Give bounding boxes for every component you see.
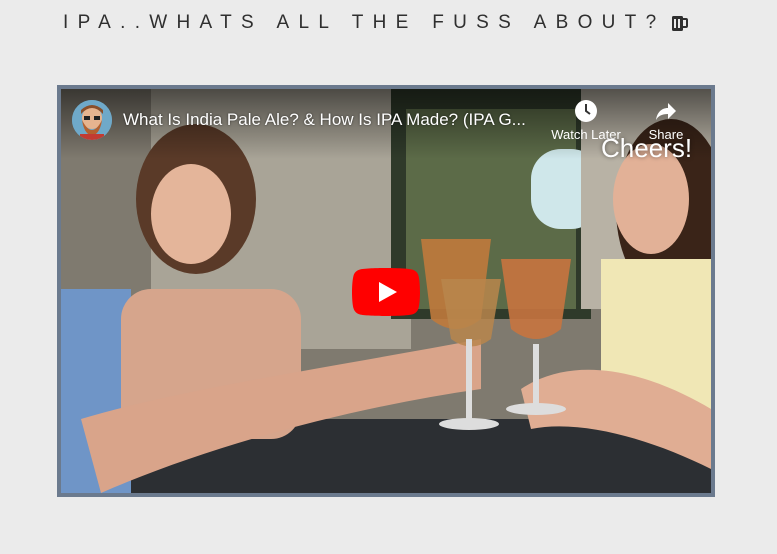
share-arrow-icon xyxy=(656,103,676,120)
clock-icon xyxy=(575,100,597,122)
video-title[interactable]: What Is India Pale Ale? & How Is IPA Mad… xyxy=(123,110,543,130)
video-frame: What Is India Pale Ale? & How Is IPA Mad… xyxy=(57,85,715,497)
page-title: IPA..WHATS ALL THE FUSS ABOUT? xyxy=(63,12,666,33)
beer-mug-icon xyxy=(672,16,689,31)
video-player[interactable]: What Is India Pale Ale? & How Is IPA Mad… xyxy=(61,89,711,493)
youtube-play-icon[interactable] xyxy=(352,268,420,316)
bearded-man-avatar[interactable] xyxy=(72,100,112,140)
page-heading: IPA..WHATS ALL THE FUSS ABOUT? xyxy=(63,12,689,34)
video-overlay-caption: Cheers! xyxy=(601,133,693,163)
